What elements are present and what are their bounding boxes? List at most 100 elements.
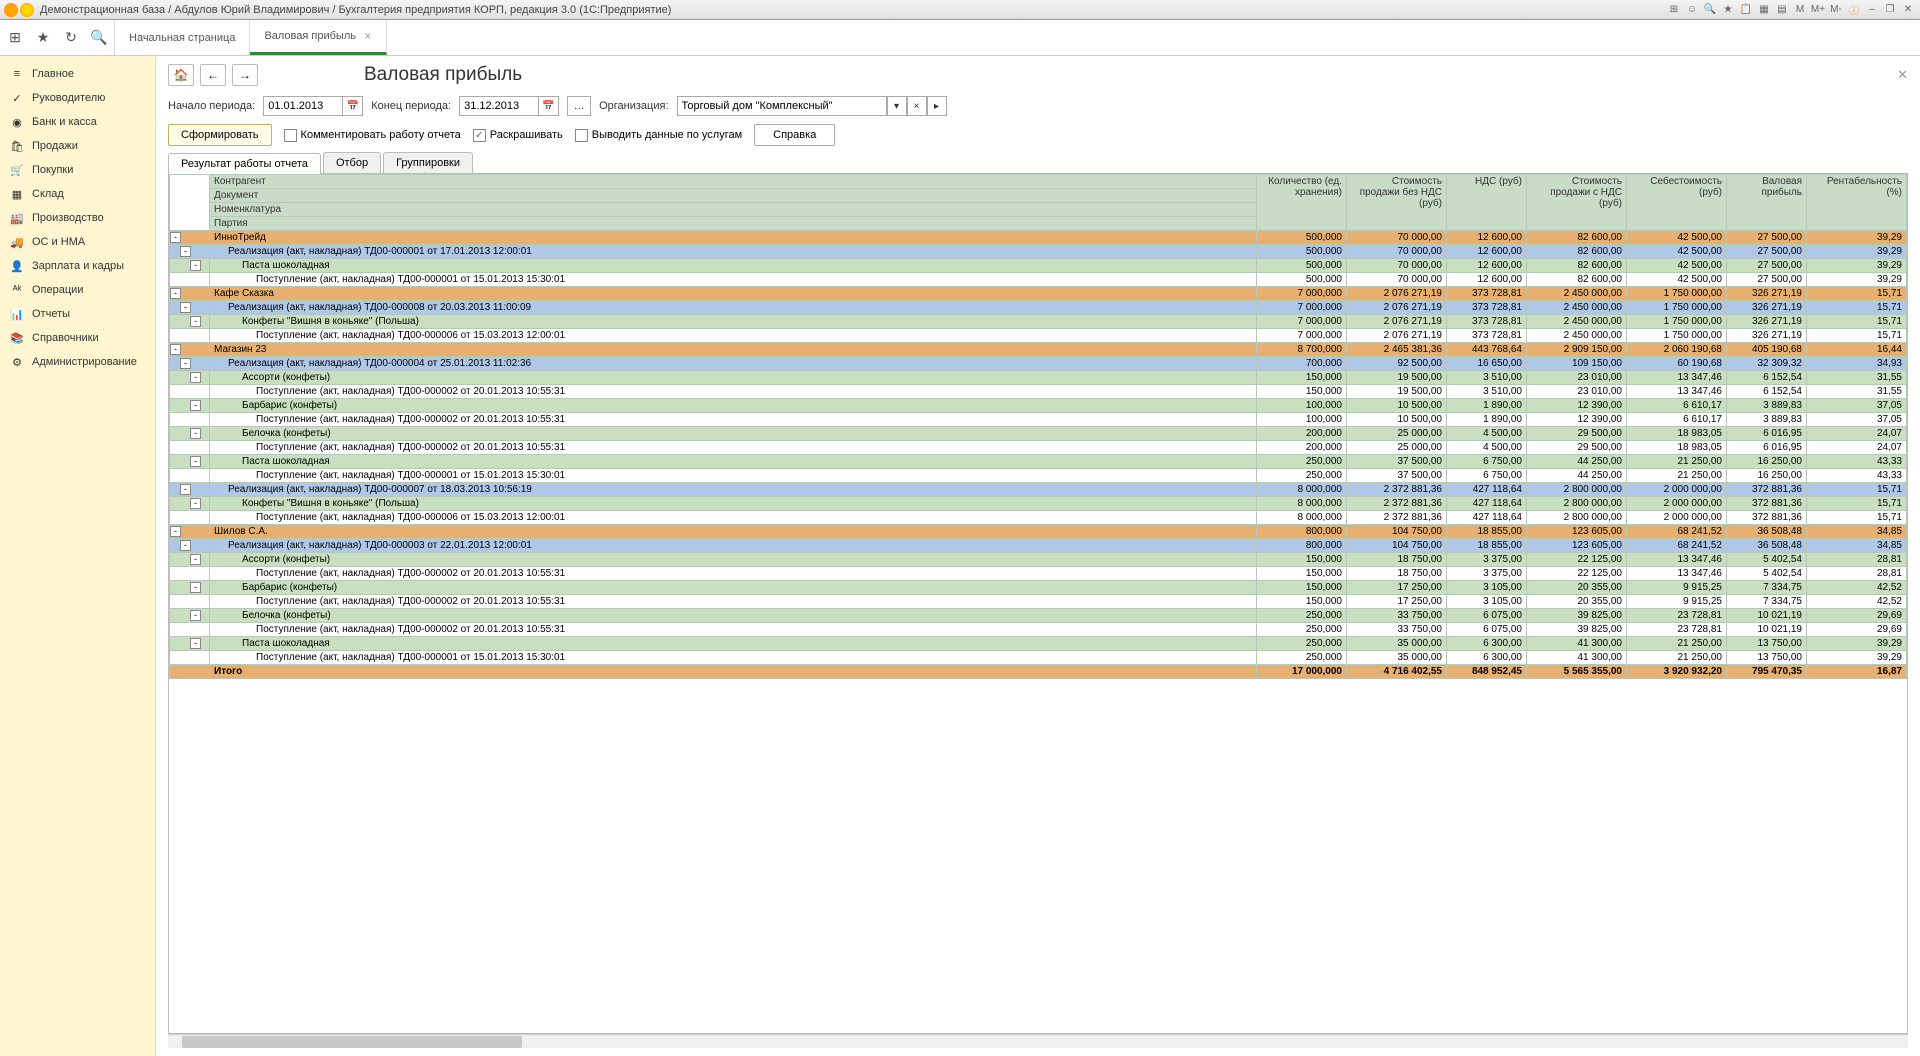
- calendar-icon-2[interactable]: 📅: [539, 96, 559, 116]
- table-row[interactable]: Поступление (акт, накладная) ТД00-000006…: [170, 329, 1907, 343]
- start-date-input[interactable]: [263, 96, 343, 116]
- tree-toggle[interactable]: -: [190, 498, 201, 509]
- table-row[interactable]: -Барбарис (конфеты)100,00010 500,001 890…: [170, 399, 1907, 413]
- tree-toggle[interactable]: -: [190, 372, 201, 383]
- sidebar-item-12[interactable]: ⚙Администрирование: [0, 350, 155, 374]
- subtab-grouping[interactable]: Группировки: [383, 152, 473, 173]
- table-row[interactable]: -Реализация (акт, накладная) ТД00-000008…: [170, 301, 1907, 315]
- sidebar-item-6[interactable]: 🏭Производство: [0, 206, 155, 230]
- table-row[interactable]: -Реализация (акт, накладная) ТД00-000004…: [170, 357, 1907, 371]
- tab-gross-profit[interactable]: Валовая прибыль✕: [250, 20, 386, 55]
- tree-toggle[interactable]: -: [170, 526, 181, 537]
- tb-btn-2[interactable]: ☺: [1684, 3, 1700, 17]
- color-checkbox[interactable]: ✓: [473, 129, 486, 142]
- tree-toggle[interactable]: -: [190, 554, 201, 565]
- sidebar-item-11[interactable]: 📚Справочники: [0, 326, 155, 350]
- table-row[interactable]: -Ассорти (конфеты)150,00018 750,003 375,…: [170, 553, 1907, 567]
- forward-button[interactable]: →: [232, 64, 258, 86]
- table-row[interactable]: Поступление (акт, накладная) ТД00-000002…: [170, 623, 1907, 637]
- tree-toggle[interactable]: -: [170, 344, 181, 355]
- apps-icon[interactable]: ⊞: [6, 29, 24, 47]
- form-button[interactable]: Сформировать: [168, 124, 272, 146]
- table-row[interactable]: Поступление (акт, накладная) ТД00-000002…: [170, 595, 1907, 609]
- tb-btn-1[interactable]: ⊞: [1666, 3, 1682, 17]
- period-select-button[interactable]: …: [567, 96, 591, 116]
- sidebar-item-4[interactable]: 🛒Покупки: [0, 158, 155, 182]
- tree-toggle[interactable]: -: [190, 610, 201, 621]
- sidebar-item-8[interactable]: 👤Зарплата и кадры: [0, 254, 155, 278]
- tb-btn-6[interactable]: ▦: [1756, 3, 1772, 17]
- sidebar-item-9[interactable]: ᴬᵏОперации: [0, 278, 155, 302]
- table-row[interactable]: -Ассорти (конфеты)150,00019 500,003 510,…: [170, 371, 1907, 385]
- tree-toggle[interactable]: -: [190, 260, 201, 271]
- tree-toggle[interactable]: -: [190, 456, 201, 467]
- table-row[interactable]: -Кафе Сказка7 000,0002 076 271,19373 728…: [170, 287, 1907, 301]
- sidebar-item-7[interactable]: 🚚ОС и НМА: [0, 230, 155, 254]
- table-row[interactable]: Поступление (акт, накладная) ТД00-000006…: [170, 511, 1907, 525]
- tree-toggle[interactable]: -: [170, 232, 181, 243]
- tb-btn-5[interactable]: 📋: [1738, 3, 1754, 17]
- table-row[interactable]: -Барбарис (конфеты)150,00017 250,003 105…: [170, 581, 1907, 595]
- help-icon[interactable]: ⓘ: [1846, 3, 1862, 17]
- sidebar-item-0[interactable]: ≡Главное: [0, 62, 155, 86]
- help-button[interactable]: Справка: [754, 124, 835, 146]
- table-row[interactable]: -Конфеты "Вишня в коньяке" (Польша)7 000…: [170, 315, 1907, 329]
- sidebar-item-3[interactable]: 🛍Продажи: [0, 134, 155, 158]
- table-row[interactable]: -ИнноТрейд500,00070 000,0012 600,0082 60…: [170, 231, 1907, 245]
- tree-toggle[interactable]: -: [190, 582, 201, 593]
- app-dropdown-icon[interactable]: [20, 3, 34, 17]
- end-date-input[interactable]: [459, 96, 539, 116]
- org-open-icon[interactable]: ▸: [927, 96, 947, 116]
- table-row[interactable]: Поступление (акт, накладная) ТД00-000002…: [170, 413, 1907, 427]
- table-row[interactable]: Поступление (акт, накладная) ТД00-000001…: [170, 469, 1907, 483]
- sidebar-item-10[interactable]: 📊Отчеты: [0, 302, 155, 326]
- tree-toggle[interactable]: -: [170, 288, 181, 299]
- sidebar-item-2[interactable]: ◉Банк и касса: [0, 110, 155, 134]
- horizontal-scrollbar[interactable]: [168, 1034, 1908, 1048]
- table-row[interactable]: Поступление (акт, накладная) ТД00-000001…: [170, 651, 1907, 665]
- tb-btn-3[interactable]: 🔍: [1702, 3, 1718, 17]
- subtab-filter[interactable]: Отбор: [323, 152, 381, 173]
- tree-toggle[interactable]: -: [180, 484, 191, 495]
- tb-btn-4[interactable]: ★: [1720, 3, 1736, 17]
- table-row[interactable]: Поступление (акт, накладная) ТД00-000002…: [170, 385, 1907, 399]
- sidebar-item-5[interactable]: ▦Склад: [0, 182, 155, 206]
- tree-toggle[interactable]: -: [190, 638, 201, 649]
- table-row[interactable]: Поступление (акт, накладная) ТД00-000001…: [170, 273, 1907, 287]
- org-input[interactable]: [677, 96, 887, 116]
- table-row[interactable]: -Шилов С.А.800,000104 750,0018 855,00123…: [170, 525, 1907, 539]
- tab-close-icon[interactable]: ✕: [364, 31, 372, 42]
- subtab-result[interactable]: Результат работы отчета: [168, 153, 321, 174]
- table-row[interactable]: -Белочка (конфеты)250,00033 750,006 075,…: [170, 609, 1907, 623]
- table-row[interactable]: -Паста шоколадная250,00037 500,006 750,0…: [170, 455, 1907, 469]
- tb-btn-m[interactable]: M: [1792, 3, 1808, 17]
- history-icon[interactable]: ↻: [62, 29, 80, 47]
- table-row[interactable]: Поступление (акт, накладная) ТД00-000002…: [170, 567, 1907, 581]
- table-row[interactable]: -Магазин 238 700,0002 465 381,36443 768,…: [170, 343, 1907, 357]
- tb-btn-7[interactable]: ▤: [1774, 3, 1790, 17]
- table-row[interactable]: Поступление (акт, накладная) ТД00-000002…: [170, 441, 1907, 455]
- tree-toggle[interactable]: -: [180, 540, 191, 551]
- back-button[interactable]: ←: [200, 64, 226, 86]
- close-icon[interactable]: ✕: [1900, 3, 1916, 17]
- tree-toggle[interactable]: -: [180, 246, 191, 257]
- tree-toggle[interactable]: -: [190, 316, 201, 327]
- page-close-icon[interactable]: ✕: [1897, 67, 1908, 83]
- tb-btn-mplus[interactable]: M+: [1810, 3, 1826, 17]
- tree-toggle[interactable]: -: [180, 302, 191, 313]
- search-icon[interactable]: 🔍: [90, 29, 108, 47]
- tab-home[interactable]: Начальная страница: [115, 20, 250, 55]
- star-icon[interactable]: ★: [34, 29, 52, 47]
- calendar-icon[interactable]: 📅: [343, 96, 363, 116]
- services-checkbox[interactable]: [575, 129, 588, 142]
- tb-btn-mminus[interactable]: M-: [1828, 3, 1844, 17]
- table-row[interactable]: -Паста шоколадная250,00035 000,006 300,0…: [170, 637, 1907, 651]
- table-row[interactable]: -Реализация (акт, накладная) ТД00-000001…: [170, 245, 1907, 259]
- comment-checkbox[interactable]: [284, 129, 297, 142]
- minimize-icon[interactable]: –: [1864, 3, 1880, 17]
- tree-toggle[interactable]: -: [180, 358, 191, 369]
- report-area[interactable]: Контрагент Количество (ед. хранения) Сто…: [168, 174, 1908, 1034]
- tree-toggle[interactable]: -: [190, 400, 201, 411]
- home-button[interactable]: 🏠: [168, 64, 194, 86]
- tree-toggle[interactable]: -: [190, 428, 201, 439]
